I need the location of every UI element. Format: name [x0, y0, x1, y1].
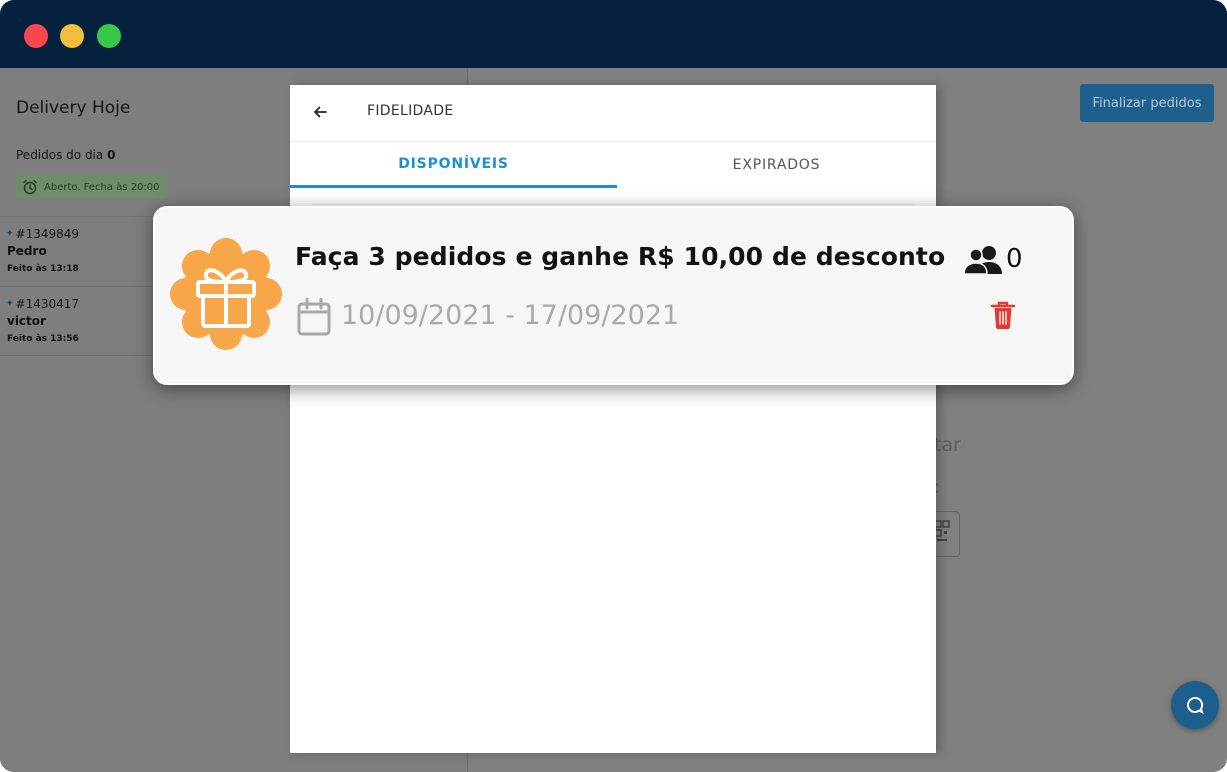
maximize-window-button[interactable]	[97, 24, 121, 48]
title-bar	[0, 0, 1227, 68]
chat-bubble-icon	[1187, 696, 1204, 714]
tab-disponiveis[interactable]: DISPONÍVEIS	[290, 142, 617, 188]
users-icon	[963, 246, 1002, 275]
status-badge: Aberto. Fecha às 20:00	[16, 175, 168, 199]
background-text: tar	[934, 434, 961, 456]
order-customer: Pedro	[7, 244, 47, 258]
sidebar-title: Delivery Hoje	[16, 98, 131, 118]
promo-date-range: 10/09/2021 - 17/09/2021	[341, 300, 680, 331]
qr-code-icon	[934, 520, 950, 541]
orders-of-day: Pedidos do dia 0	[16, 148, 115, 162]
order-time: Feito às 13:18	[7, 264, 79, 274]
participants-count: 0	[1006, 244, 1023, 274]
orders-count: 0	[107, 148, 116, 162]
order-number-text: #1349849	[15, 227, 80, 241]
loyalty-promo-card[interactable]: Faça 3 pedidos e ganhe R$ 10,00 de desco…	[153, 206, 1074, 385]
gift-badge-icon	[170, 238, 282, 350]
order-number: ✦ #1349849	[6, 227, 79, 241]
order-number: ✦ #1430417	[6, 297, 79, 311]
status-text: Aberto. Fecha às 20:00	[44, 181, 160, 193]
order-time: Feito às 13:56	[7, 334, 79, 344]
alarm-clock-icon	[23, 179, 37, 195]
modal-header: FIDELIDADE	[290, 85, 936, 142]
chat-button[interactable]	[1171, 681, 1219, 729]
order-source-icon: ✦	[6, 229, 14, 239]
orders-label: Pedidos do dia	[16, 148, 104, 162]
trash-icon[interactable]	[990, 300, 1016, 330]
modal-title: FIDELIDADE	[367, 103, 454, 119]
tab-expirados[interactable]: EXPIRADOS	[617, 142, 936, 188]
calendar-icon	[297, 298, 331, 336]
minimize-window-button[interactable]	[60, 24, 84, 48]
promo-title: Faça 3 pedidos e ganhe R$ 10,00 de desco…	[295, 242, 946, 271]
order-number-text: #1430417	[15, 297, 80, 311]
loyalty-modal: FIDELIDADE DISPONÍVEIS EXPIRADOS	[290, 85, 936, 753]
finalize-orders-button[interactable]: Finalizar pedidos	[1080, 84, 1214, 122]
order-customer: victor	[7, 314, 46, 328]
app-window: Delivery Hoje Pedidos do dia 0 Aberto. F…	[0, 0, 1227, 772]
close-window-button[interactable]	[24, 24, 48, 48]
order-source-icon: ✦	[6, 299, 14, 309]
back-arrow-icon[interactable]	[310, 102, 330, 122]
